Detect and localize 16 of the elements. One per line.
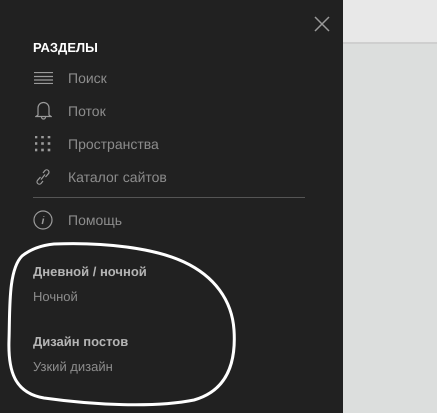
nav-item[interactable]: Каталог сайтов [33,160,310,193]
setting-value[interactable]: Ночной [33,289,78,304]
setting-title: Дневной / ночной [33,264,148,279]
menu-icon [34,72,52,84]
info-icon [33,210,53,230]
close-button[interactable] [312,14,332,34]
section-heading: РАЗДЕЛЫ [33,40,99,55]
nav-item[interactable]: Поиск [33,61,310,94]
grid-icon [35,136,51,152]
link-icon [36,168,50,184]
bell-icon [34,101,52,120]
nav-item[interactable]: Помощь [33,203,310,236]
setting-title: Дизайн постов [33,334,130,349]
nav-item[interactable]: Пространства [33,127,310,160]
setting-value[interactable]: Узкий дизайн [33,359,113,374]
nav-item[interactable]: Поток [33,94,310,127]
